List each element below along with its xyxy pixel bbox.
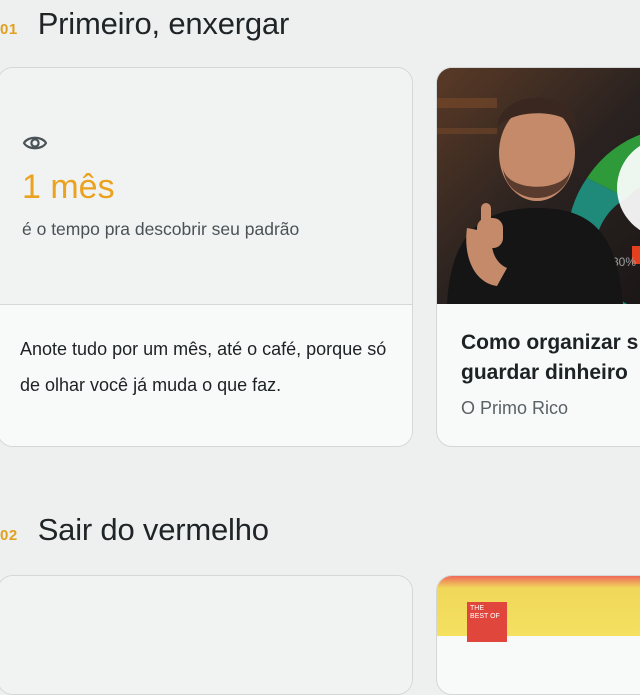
video-thumbnail[interactable]: THE BEST OF — [437, 576, 640, 642]
section-number: 02 — [0, 527, 18, 544]
book-cover: THE BEST OF — [467, 602, 507, 642]
video-card[interactable]: THE BEST OF — [436, 575, 640, 695]
stat-value: 1 mês — [22, 168, 115, 206]
section-header: 01 Primeiro, enxergar — [0, 6, 289, 42]
video-thumbnail[interactable]: 30% — [437, 68, 640, 304]
stat-caption: é o tempo pra descobrir seu padrão — [22, 219, 300, 239]
stat-card: 1 mês é o tempo pra descobrir seu padrão… — [0, 67, 413, 447]
stat-description: Anote tudo por um mês, até o café, porqu… — [0, 305, 412, 446]
video-title-line[interactable]: guardar dinheiro — [461, 358, 640, 388]
video-title-line[interactable]: Como organizar s — [461, 328, 640, 358]
stat-card-top: 1 mês é o tempo pra descobrir seu padrão — [0, 68, 412, 305]
video-title[interactable]: Como organizar s guardar dinheiro — [461, 328, 640, 388]
stat-card — [0, 575, 413, 695]
video-card[interactable]: 30% Como organizar s guardar dinheiro O … — [436, 67, 640, 447]
stat-card-top — [0, 576, 412, 694]
section-number: 01 — [0, 21, 18, 38]
video-channel[interactable]: O Primo Rico — [461, 398, 568, 419]
section-title: Sair do vermelho — [37, 512, 269, 547]
eye-icon — [22, 136, 48, 150]
section-header: 02 Sair do vermelho — [0, 512, 269, 548]
section-title: Primeiro, enxergar — [37, 6, 290, 41]
video-thumbnail-art: 30% — [437, 68, 640, 304]
